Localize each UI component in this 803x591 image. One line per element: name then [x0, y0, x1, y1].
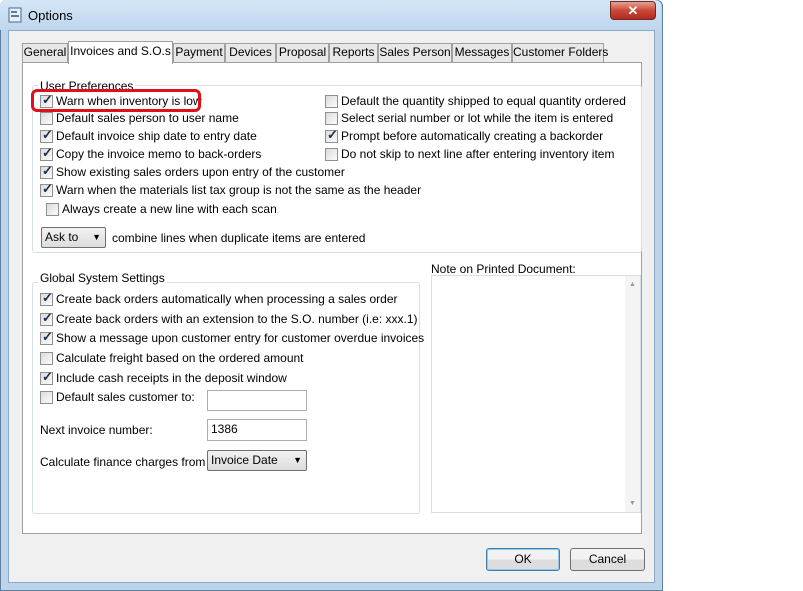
window-title: Options — [28, 8, 73, 23]
tab-customer-folders[interactable]: Customer Folders — [512, 43, 608, 62]
tab-payment[interactable]: Payment — [173, 43, 225, 62]
global-settings-title: Global System Settings — [38, 271, 167, 285]
scroll-down-icon[interactable]: ▼ — [629, 500, 636, 507]
next-invoice-label: Next invoice number: — [40, 423, 153, 437]
note-label: Note on Printed Document: — [431, 262, 576, 276]
finance-charges-select[interactable]: Invoice Date ▼ — [207, 450, 307, 471]
note-textarea[interactable] — [431, 275, 641, 513]
tab-invoices-and-sos[interactable]: Invoices and S.O.s — [68, 41, 173, 64]
chevron-down-icon: ▼ — [92, 232, 101, 242]
title-bar[interactable]: Options ✕ — [0, 0, 661, 30]
tab-proposal[interactable]: Proposal — [276, 43, 329, 62]
combine-lines-select[interactable]: Ask to ▼ — [41, 227, 106, 248]
tab-devices[interactable]: Devices — [225, 43, 276, 62]
next-invoice-input[interactable]: 1386 — [207, 419, 307, 441]
note-scrollbar[interactable]: ▲ ▼ — [625, 276, 640, 512]
tab-reports[interactable]: Reports — [329, 43, 378, 62]
tab-general[interactable]: General — [22, 43, 68, 62]
red-highlight-annotation — [31, 89, 201, 112]
chevron-down-icon: ▼ — [293, 455, 302, 465]
finance-charges-value: Invoice Date — [211, 453, 278, 467]
ok-button[interactable]: OK — [486, 548, 560, 571]
app-icon — [8, 7, 22, 23]
cancel-button[interactable]: Cancel — [570, 548, 645, 571]
scroll-up-icon[interactable]: ▲ — [629, 281, 636, 288]
finance-charges-label: Calculate finance charges from the — [40, 455, 226, 469]
combine-lines-label: combine lines when duplicate items are e… — [112, 231, 366, 245]
tab-sales-person[interactable]: Sales Person — [378, 43, 452, 62]
combine-lines-value: Ask to — [45, 230, 79, 244]
default-sales-customer-input[interactable] — [207, 390, 307, 411]
close-button[interactable]: ✕ — [610, 1, 656, 20]
tab-messages[interactable]: Messages — [452, 43, 512, 62]
